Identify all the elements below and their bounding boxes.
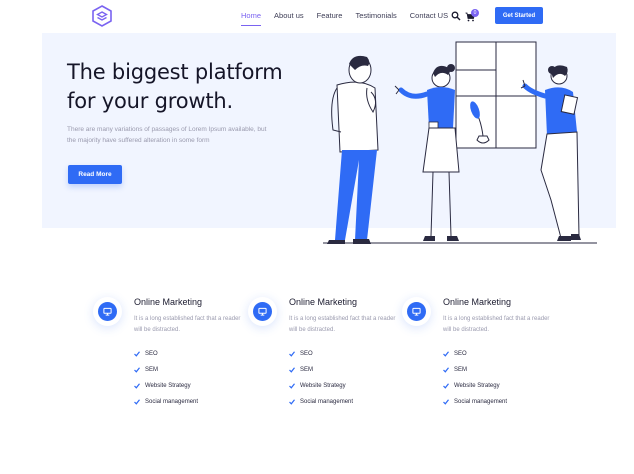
check-icon [289, 367, 295, 373]
feature-list-label: SEO [145, 351, 158, 357]
feature-list-item: Social management [289, 398, 353, 414]
read-more-button[interactable]: Read More [68, 165, 122, 184]
check-icon [443, 367, 449, 373]
check-icon [134, 383, 140, 389]
feature-list-label: SEO [300, 351, 313, 357]
hero-title-line2: for your growth. [67, 89, 233, 113]
feature-list-item: Social management [134, 398, 198, 414]
nav-link-about[interactable]: About us [274, 11, 304, 20]
feature-list-label: Social management [145, 399, 199, 405]
search-icon[interactable] [451, 11, 461, 21]
feature-list-item: SEM [134, 366, 198, 382]
check-icon [134, 351, 140, 357]
nav-link-feature[interactable]: Feature [317, 11, 343, 20]
logo-icon[interactable] [90, 4, 114, 28]
monitor-icon [253, 302, 272, 321]
nav-link-home[interactable]: Home [241, 11, 262, 26]
cart-count-badge: 0 [471, 9, 479, 17]
get-started-button[interactable]: Get Started [495, 7, 543, 24]
feature-list-item: Social management [443, 398, 507, 414]
feature-description: It is a long established fact that a rea… [443, 316, 550, 333]
feature-card: Online Marketing It is a long establishe… [407, 296, 567, 416]
feature-list-item: SEM [289, 366, 353, 382]
team-illustration [323, 41, 597, 244]
feature-list-item: SEO [289, 350, 353, 366]
feature-title: Online Marketing [443, 297, 512, 307]
feature-list: SEO SEM Website Strategy Social manageme… [289, 350, 353, 414]
feature-list: SEO SEM Website Strategy Social manageme… [134, 350, 198, 414]
check-icon [443, 383, 449, 389]
feature-list-label: SEM [300, 367, 314, 373]
feature-list-label: Website Strategy [300, 383, 346, 389]
check-icon [134, 367, 140, 373]
hero-title-line1: The biggest platform [67, 60, 283, 84]
feature-list-item: SEO [134, 350, 198, 366]
feature-list: SEO SEM Website Strategy Social manageme… [443, 350, 507, 414]
feature-list-label: Website Strategy [454, 383, 500, 389]
feature-title: Online Marketing [134, 297, 203, 307]
nav-links: Home About us Feature Testimonials Conta… [241, 11, 461, 26]
feature-list-label: Website Strategy [145, 383, 191, 389]
nav-link-contact[interactable]: Contact US [410, 11, 448, 20]
check-icon [134, 399, 140, 405]
feature-list-item: SEM [443, 366, 507, 382]
check-icon [443, 351, 449, 357]
feature-description: It is a long established fact that a rea… [289, 316, 396, 333]
feature-card: Online Marketing It is a long establishe… [98, 296, 258, 416]
feature-list-item: SEO [443, 350, 507, 366]
check-icon [289, 383, 295, 389]
feature-list-label: Social management [454, 399, 508, 405]
monitor-icon [98, 302, 117, 321]
feature-list-label: SEM [145, 367, 159, 373]
feature-list-label: SEM [454, 367, 468, 373]
feature-title: Online Marketing [289, 297, 358, 307]
feature-description: It is a long established fact that a rea… [134, 316, 241, 333]
hero-description: There are many variations of passages of… [67, 126, 267, 144]
feature-list-item: Website Strategy [134, 382, 198, 398]
check-icon [443, 399, 449, 405]
hero-title: The biggest platform for your growth. [67, 58, 297, 116]
nav-link-testimonials[interactable]: Testimonials [355, 11, 396, 20]
feature-list-item: Website Strategy [289, 382, 353, 398]
feature-list-label: SEO [454, 351, 467, 357]
check-icon [289, 399, 295, 405]
monitor-icon [407, 302, 426, 321]
feature-list-item: Website Strategy [443, 382, 507, 398]
top-navbar: Home About us Feature Testimonials Conta… [0, 0, 634, 32]
check-icon [289, 351, 295, 357]
feature-card: Online Marketing It is a long establishe… [253, 296, 413, 416]
feature-list-label: Social management [300, 399, 354, 405]
